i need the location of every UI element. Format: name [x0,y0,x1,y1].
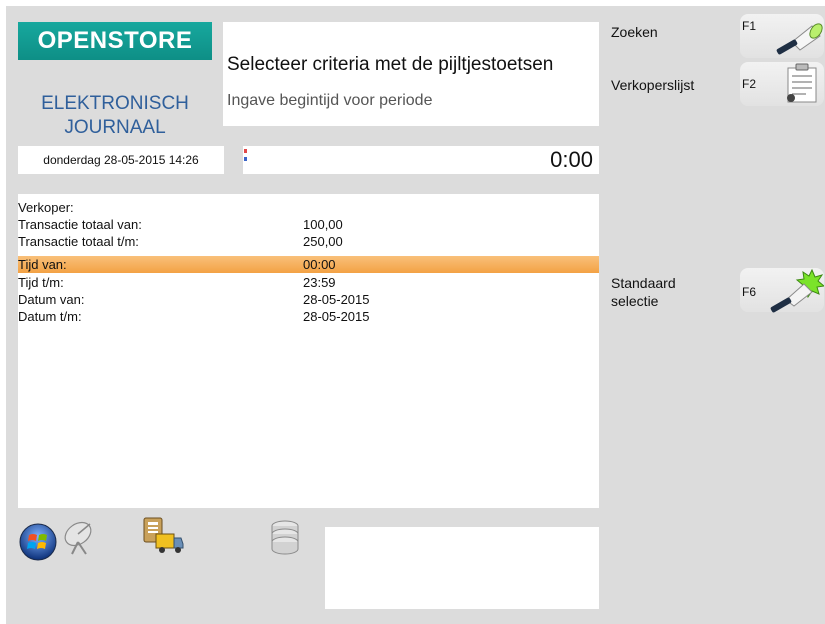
criteria-value: 100,00 [303,217,343,232]
openstore-logo: OPENSTORE [18,22,212,60]
standard-selection-label-line2: selectie [611,293,659,309]
page-title-line1: ELEKTRONISCH [41,93,189,114]
criteria-row-transactie-tm[interactable]: Transactie totaal t/m: 250,00 [18,233,599,250]
timer-display: 0:00 [243,146,599,174]
criteria-label: Datum van: [18,292,85,307]
criteria-value: 28-05-2015 [303,309,370,324]
criteria-value: 28-05-2015 [303,292,370,307]
instruction-subtitle: Ingave begintijd voor periode [227,92,433,109]
criteria-label: Datum t/m: [18,309,82,324]
salesperson-list-button[interactable]: F2 [740,62,824,106]
standard-selection-label: Standaard selectie [611,274,676,310]
delivery-truck-icon[interactable] [140,516,184,556]
criteria-row-verkoper[interactable]: Verkoper: [18,199,599,216]
criteria-list: Verkoper: Transactie totaal van: 100,00 … [18,194,599,508]
criteria-row-tijd-van[interactable]: Tijd van: 00:00 [18,256,599,273]
criteria-label: Tijd t/m: [18,275,64,290]
message-box [325,527,599,609]
instruction-panel: Selecteer criteria met de pijltjestoetse… [223,22,599,126]
window-left-edge [0,0,6,624]
criteria-row-datum-tm[interactable]: Datum t/m: 28-05-2015 [18,308,599,325]
criteria-label: Transactie totaal van: [18,217,142,232]
flashlight-icon [776,23,823,55]
windows-icon[interactable] [18,522,58,562]
f1-key-label: F1 [742,19,757,33]
flashlight-burst-icon [770,268,824,313]
clipboard-list-icon [787,63,817,103]
criteria-row-datum-van[interactable]: Datum van: 28-05-2015 [18,291,599,308]
criteria-value: 23:59 [303,275,336,290]
criteria-row-transactie-van[interactable]: Transactie totaal van: 100,00 [18,216,599,233]
search-button[interactable]: F1 [740,14,824,58]
f2-key-label: F2 [742,77,757,91]
timer-value: 0:00 [550,147,593,172]
page-title-line2: JOURNAAL [64,117,166,138]
criteria-label: Tijd van: [18,257,67,272]
criteria-value: 250,00 [303,234,343,249]
database-icon[interactable] [265,518,305,558]
search-label: Zoeken [611,24,658,40]
instruction-title: Selecteer criteria met de pijltjestoetse… [227,54,554,75]
f6-key-label: F6 [742,285,757,299]
flag-icon [244,149,247,161]
criteria-row-tijd-tm[interactable]: Tijd t/m: 23:59 [18,274,599,291]
standard-selection-button[interactable]: F6 [740,268,824,313]
datetime-display: donderdag 28-05-2015 14:26 [18,146,224,174]
window-top-edge [0,0,825,6]
app-window: OPENSTORE ELEKTRONISCH JOURNAAL Selectee… [0,0,825,624]
salesperson-list-label: Verkoperslijst [611,77,695,93]
criteria-value: 00:00 [303,257,336,272]
satellite-dish-icon[interactable] [60,516,100,556]
page-title: ELEKTRONISCH JOURNAAL [18,92,212,140]
criteria-label: Verkoper: [18,200,74,215]
criteria-label: Transactie totaal t/m: [18,234,139,249]
standard-selection-label-line1: Standaard [611,275,676,291]
